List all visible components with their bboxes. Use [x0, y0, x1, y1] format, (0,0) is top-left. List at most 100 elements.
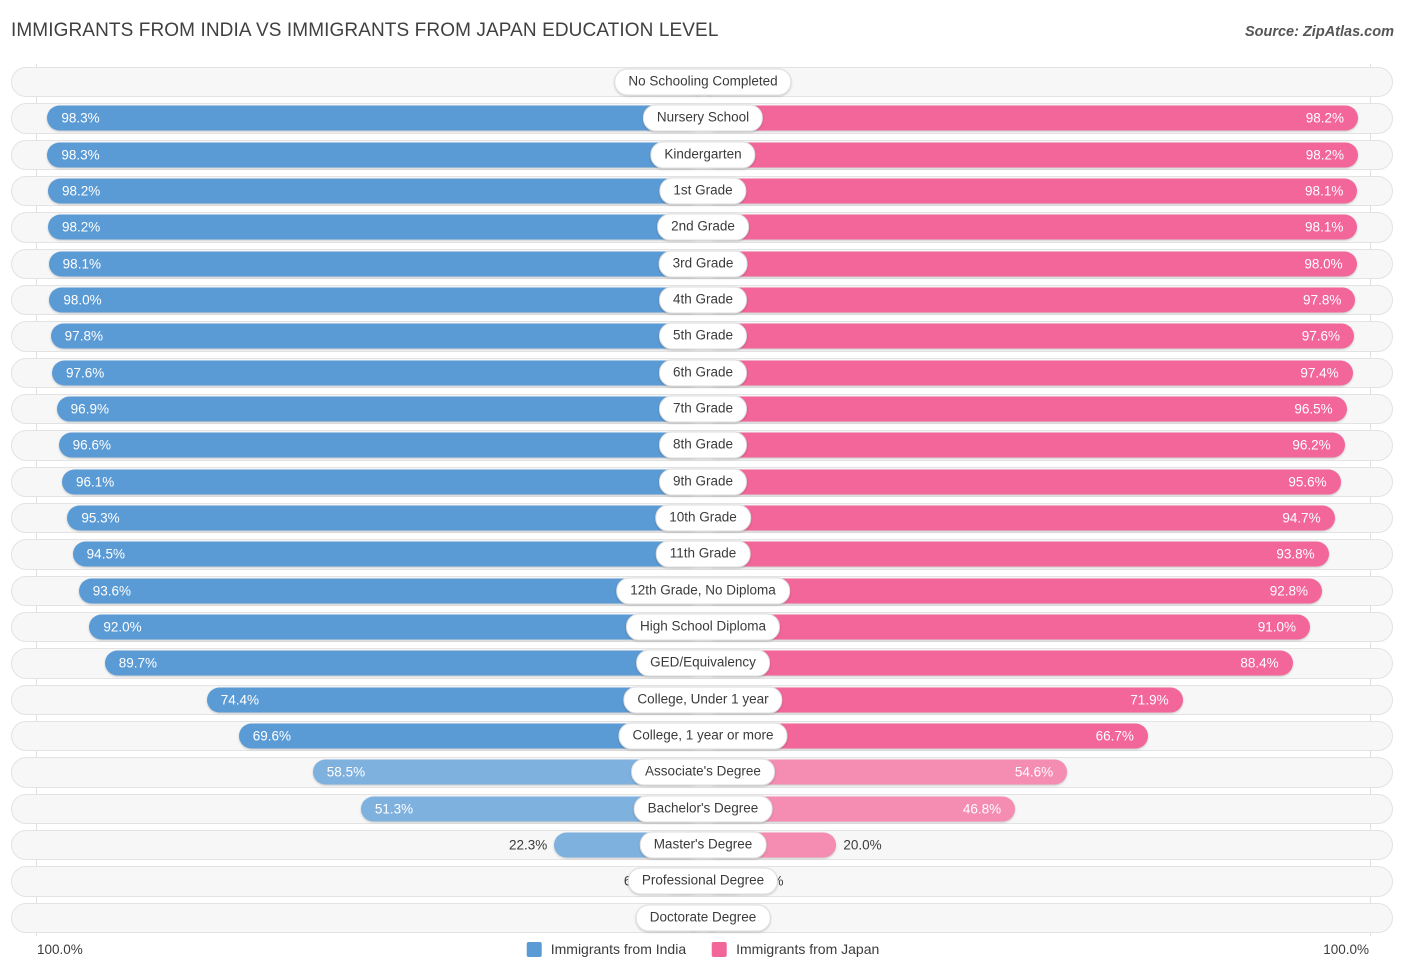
- category-label[interactable]: 12th Grade, No Diploma: [616, 577, 790, 605]
- legend-item[interactable]: Immigrants from India: [526, 941, 686, 957]
- bar-japan[interactable]: [703, 505, 1335, 531]
- bar-wrap: 96.9% 96.5% 7th Grade: [36, 391, 1370, 427]
- bar-wrap: 98.2% 98.1% 1st Grade: [36, 173, 1370, 209]
- chart-row[interactable]: 6.2%6.4%Professional Degree: [0, 863, 1406, 899]
- bar-japan[interactable]: [703, 214, 1358, 240]
- chart-row[interactable]: 98.1% 98.0% 3rd Grade: [0, 246, 1406, 282]
- value-label-japan: 98.2%: [1305, 110, 1344, 126]
- category-label[interactable]: Kindergarten: [650, 141, 756, 169]
- chart-row[interactable]: 89.7% 88.4% GED/Equivalency: [0, 645, 1406, 681]
- category-label[interactable]: 10th Grade: [655, 504, 751, 532]
- category-label[interactable]: GED/Equivalency: [636, 649, 770, 677]
- value-label-india: 92.0%: [103, 619, 142, 635]
- value-label-japan: 98.2%: [1305, 147, 1344, 163]
- bar-wrap: 22.3% 20.0% Master's Degree: [36, 827, 1370, 863]
- bar-japan[interactable]: [703, 360, 1353, 386]
- bar-india[interactable]: [56, 396, 703, 422]
- bar-japan[interactable]: [703, 251, 1357, 277]
- category-label[interactable]: 2nd Grade: [657, 213, 749, 241]
- bar-japan[interactable]: [703, 432, 1345, 458]
- category-label[interactable]: 7th Grade: [658, 395, 748, 423]
- chart-row[interactable]: 97.6% 97.4% 6th Grade: [0, 355, 1406, 391]
- bar-india[interactable]: [78, 578, 703, 604]
- category-label[interactable]: Associate's Degree: [631, 758, 775, 786]
- chart-row[interactable]: 51.3% 46.8% Bachelor's Degree: [0, 791, 1406, 827]
- chart-row[interactable]: 1.7%1.9%No Schooling Completed: [0, 64, 1406, 100]
- category-label[interactable]: 4th Grade: [658, 286, 748, 314]
- chart-row[interactable]: 96.6% 96.2% 8th Grade: [0, 427, 1406, 463]
- chart-row[interactable]: 96.1% 95.6% 9th Grade: [0, 464, 1406, 500]
- bar-wrap: 98.2% 98.1% 2nd Grade: [36, 209, 1370, 245]
- bar-half-japan: 1.9%: [703, 69, 1370, 95]
- bar-india[interactable]: [72, 541, 703, 567]
- bar-india[interactable]: [47, 105, 703, 131]
- bar-half-india: 2.8%: [36, 905, 703, 931]
- chart-row[interactable]: 96.9% 96.5% 7th Grade: [0, 391, 1406, 427]
- bar-india[interactable]: [58, 432, 703, 458]
- chart-row[interactable]: 98.3% 98.2% Nursery School: [0, 100, 1406, 136]
- bar-half-japan: 96.5%: [703, 396, 1370, 422]
- bar-india[interactable]: [50, 323, 703, 349]
- category-label[interactable]: Master's Degree: [639, 831, 767, 859]
- category-label[interactable]: College, 1 year or more: [618, 722, 788, 750]
- bar-japan[interactable]: [703, 323, 1354, 349]
- chart-row[interactable]: 98.3% 98.2% Kindergarten: [0, 137, 1406, 173]
- category-label[interactable]: Bachelor's Degree: [633, 795, 773, 823]
- bar-wrap: 96.6% 96.2% 8th Grade: [36, 427, 1370, 463]
- chart-row[interactable]: 74.4% 71.9% College, Under 1 year: [0, 682, 1406, 718]
- bar-japan[interactable]: [703, 614, 1310, 640]
- category-label[interactable]: 11th Grade: [655, 540, 751, 568]
- bar-japan[interactable]: [703, 650, 1293, 676]
- category-label[interactable]: Nursery School: [642, 104, 764, 132]
- bar-india[interactable]: [89, 614, 703, 640]
- bar-india[interactable]: [67, 505, 703, 531]
- category-label[interactable]: 5th Grade: [658, 322, 748, 350]
- chart-row[interactable]: 58.5% 54.6% Associate's Degree: [0, 754, 1406, 790]
- bar-japan[interactable]: [703, 105, 1358, 131]
- chart-row[interactable]: 98.2% 98.1% 2nd Grade: [0, 209, 1406, 245]
- bar-india[interactable]: [52, 360, 703, 386]
- category-label[interactable]: 8th Grade: [658, 431, 748, 459]
- chart-row[interactable]: 98.0% 97.8% 4th Grade: [0, 282, 1406, 318]
- chart-row[interactable]: 22.3% 20.0% Master's Degree: [0, 827, 1406, 863]
- chart-row[interactable]: 93.6% 92.8% 12th Grade, No Diploma: [0, 573, 1406, 609]
- value-label-japan: 96.5%: [1294, 401, 1333, 417]
- bar-india[interactable]: [62, 469, 703, 495]
- value-label-japan: 66.7%: [1095, 728, 1134, 744]
- bar-japan[interactable]: [703, 287, 1356, 313]
- bar-japan[interactable]: [703, 541, 1329, 567]
- bar-wrap: 6.2%6.4%Professional Degree: [36, 863, 1370, 899]
- bar-india[interactable]: [49, 287, 703, 313]
- chart-row[interactable]: 94.5% 93.8% 11th Grade: [0, 536, 1406, 572]
- chart-row[interactable]: 95.3% 94.7% 10th Grade: [0, 500, 1406, 536]
- chart-row[interactable]: 92.0% 91.0% High School Diploma: [0, 609, 1406, 645]
- category-label[interactable]: 1st Grade: [659, 177, 747, 205]
- category-label[interactable]: High School Diploma: [625, 613, 781, 641]
- legend-item[interactable]: Immigrants from Japan: [712, 941, 879, 957]
- bar-wrap: 92.0% 91.0% High School Diploma: [36, 609, 1370, 645]
- bar-half-japan: 97.8%: [703, 287, 1370, 313]
- bar-half-india: 97.8%: [36, 323, 703, 349]
- category-label[interactable]: Doctorate Degree: [635, 904, 771, 932]
- chart-row[interactable]: 2.8%2.8%Doctorate Degree: [0, 900, 1406, 936]
- bar-india[interactable]: [48, 251, 703, 277]
- bar-japan[interactable]: [703, 178, 1358, 204]
- chart-row[interactable]: 98.2% 98.1% 1st Grade: [0, 173, 1406, 209]
- category-label[interactable]: No Schooling Completed: [614, 68, 792, 96]
- category-label[interactable]: College, Under 1 year: [623, 686, 783, 714]
- category-label[interactable]: 3rd Grade: [658, 250, 748, 278]
- bar-japan[interactable]: [703, 469, 1341, 495]
- category-label[interactable]: 6th Grade: [658, 359, 748, 387]
- value-label-japan: 20.0%: [843, 837, 882, 853]
- bar-japan[interactable]: [703, 396, 1347, 422]
- category-label[interactable]: 9th Grade: [658, 468, 748, 496]
- bar-japan[interactable]: [703, 578, 1322, 604]
- chart-row[interactable]: 97.8% 97.6% 5th Grade: [0, 318, 1406, 354]
- chart-row[interactable]: 69.6% 66.7% College, 1 year or more: [0, 718, 1406, 754]
- bar-japan[interactable]: [703, 142, 1358, 168]
- bar-india[interactable]: [48, 214, 703, 240]
- bar-india[interactable]: [47, 142, 703, 168]
- bar-india[interactable]: [48, 178, 703, 204]
- category-label[interactable]: Professional Degree: [627, 867, 779, 895]
- bar-india[interactable]: [104, 650, 703, 676]
